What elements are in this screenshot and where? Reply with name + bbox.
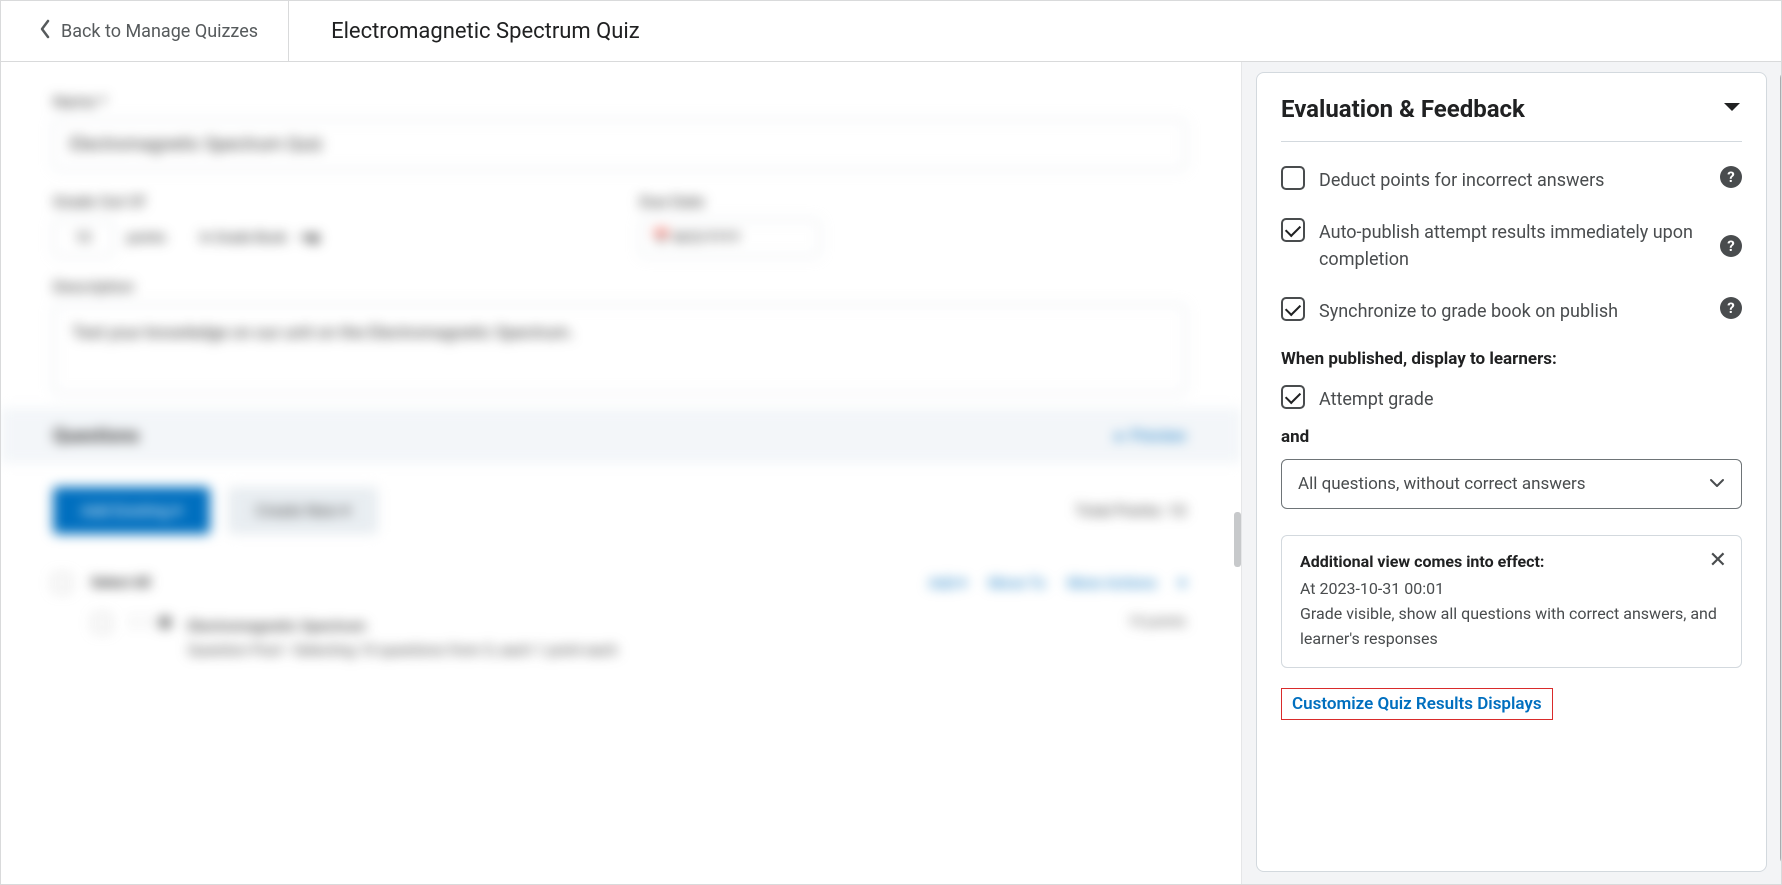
select-value: All questions, without correct answers	[1298, 474, 1586, 494]
help-icon[interactable]: ?	[1720, 297, 1742, 319]
side-panel-wrap: Evaluation & Feedback Deduct points for …	[1241, 62, 1781, 884]
chevron-down-icon	[1722, 101, 1742, 117]
question-display-select[interactable]: All questions, without correct answers	[1281, 459, 1742, 509]
evaluation-feedback-panel: Evaluation & Feedback Deduct points for …	[1256, 72, 1767, 872]
help-icon[interactable]: ?	[1720, 166, 1742, 188]
chevron-down-icon	[1709, 476, 1725, 492]
and-text: and	[1281, 427, 1742, 447]
page-body: Name * Electromagnetic Spectrum Quiz Gra…	[1, 62, 1781, 884]
chevron-left-icon	[39, 19, 51, 44]
deduct-points-label: Deduct points for incorrect answers	[1319, 166, 1706, 194]
back-to-manage-button[interactable]: Back to Manage Quizzes	[1, 1, 289, 61]
option-sync-gradebook: Synchronize to grade book on publish ?	[1281, 297, 1742, 325]
notice-title: Additional view comes into effect:	[1300, 552, 1723, 571]
main-scrollbar[interactable]	[1234, 512, 1241, 567]
auto-publish-label: Auto-publish attempt results immediately…	[1319, 218, 1706, 273]
close-icon[interactable]: ✕	[1709, 550, 1727, 572]
notice-time: At 2023-10-31 00:01	[1300, 577, 1723, 602]
notice-description: Grade visible, show all questions with c…	[1300, 602, 1723, 652]
attempt-grade-label: Attempt grade	[1319, 385, 1742, 413]
deduct-points-checkbox[interactable]	[1281, 166, 1305, 190]
option-attempt-grade: Attempt grade	[1281, 385, 1742, 413]
auto-publish-checkbox[interactable]	[1281, 218, 1305, 242]
customize-quiz-results-link[interactable]: Customize Quiz Results Displays	[1281, 688, 1553, 720]
page-title: Electromagnetic Spectrum Quiz	[289, 19, 640, 44]
sync-gradebook-checkbox[interactable]	[1281, 297, 1305, 321]
display-to-learners-heading: When published, display to learners:	[1281, 349, 1742, 369]
quiz-edit-page: Back to Manage Quizzes Electromagnetic S…	[0, 0, 1782, 885]
option-deduct-points: Deduct points for incorrect answers ?	[1281, 166, 1742, 194]
panel-title: Evaluation & Feedback	[1281, 95, 1525, 123]
panel-header[interactable]: Evaluation & Feedback	[1281, 95, 1742, 142]
quiz-editor-main: Name * Electromagnetic Spectrum Quiz Gra…	[1, 62, 1241, 884]
help-icon[interactable]: ?	[1720, 235, 1742, 257]
option-auto-publish: Auto-publish attempt results immediately…	[1281, 218, 1742, 273]
back-label: Back to Manage Quizzes	[61, 21, 258, 42]
sync-gradebook-label: Synchronize to grade book on publish	[1319, 297, 1706, 325]
blurred-content: Name * Electromagnetic Spectrum Quiz Gra…	[53, 92, 1186, 662]
attempt-grade-checkbox[interactable]	[1281, 385, 1305, 409]
panel-scrollbar[interactable]	[1780, 72, 1781, 864]
additional-view-notice: ✕ Additional view comes into effect: At …	[1281, 535, 1742, 668]
page-header: Back to Manage Quizzes Electromagnetic S…	[1, 1, 1781, 62]
